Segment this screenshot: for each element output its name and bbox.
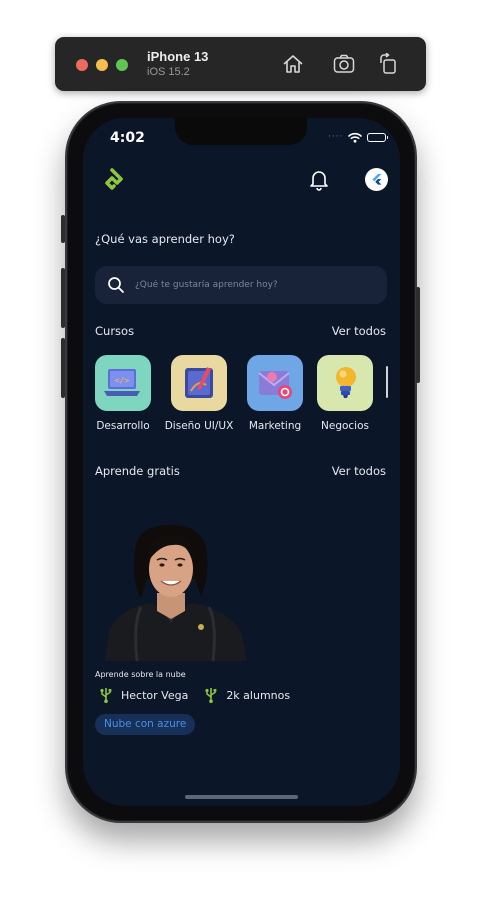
volume-down-button <box>61 338 65 398</box>
status-time: 4:02 <box>110 130 145 146</box>
students-count: 2k alumnos <box>226 688 291 702</box>
course-category-marketing[interactable]: Marketing <box>247 355 303 432</box>
screenshot-button[interactable] <box>331 51 357 77</box>
course-meta: Hector Vega 2k alumnos <box>95 687 302 703</box>
free-see-all-link[interactable]: Ver todos <box>332 464 386 478</box>
learn-prompt: ¿Qué vas aprender hoy? <box>95 232 235 246</box>
status-indicators: ···· <box>328 131 389 143</box>
usb-icon <box>100 688 112 703</box>
app-logo-icon[interactable] <box>100 168 124 192</box>
app-screen: 4:02 ···· ¿Qué vas aprender hoy? Cursos … <box>83 118 400 806</box>
os-version: iOS 15.2 <box>147 66 190 78</box>
course-category-desarrollo[interactable]: </> Desarrollo <box>95 355 151 432</box>
power-button <box>416 287 420 383</box>
screenshot-icon <box>333 54 355 73</box>
instructor-photo[interactable] <box>101 523 249 661</box>
usb-icon <box>205 688 217 703</box>
course-category-label: Negocios <box>321 420 369 432</box>
home-indicator[interactable] <box>185 795 298 799</box>
camera-notch <box>175 118 307 145</box>
course-category-negocios[interactable]: Negocios <box>317 355 373 432</box>
rotate-button[interactable] <box>375 51 401 77</box>
svg-text:</>: </> <box>115 376 130 385</box>
course-tag[interactable]: Nube con azure <box>95 714 196 735</box>
laptop-code-icon: </> <box>95 355 151 411</box>
courses-carousel[interactable]: </> Desarrollo Diseño UI/UX Marketing Ne… <box>95 355 400 445</box>
students-info: 2k alumnos <box>200 687 290 703</box>
home-icon <box>283 55 303 73</box>
mail-marketing-icon <box>247 355 303 411</box>
home-button[interactable] <box>280 51 306 77</box>
volume-up-button <box>61 268 65 328</box>
zoom-window-button[interactable] <box>116 59 128 71</box>
close-window-button[interactable] <box>76 59 88 71</box>
device-name: iPhone 13 <box>147 49 209 64</box>
design-tablet-icon <box>171 355 227 411</box>
battery-icon <box>367 132 389 142</box>
carousel-scroll-indicator <box>386 366 388 398</box>
mute-switch <box>61 215 65 243</box>
flutter-avatar-icon <box>372 174 381 185</box>
simulator-toolbar: iPhone 13 iOS 15.2 <box>55 37 426 91</box>
course-category-label: Desarrollo <box>96 420 150 432</box>
free-section-title: Aprende gratis <box>95 464 180 478</box>
rotate-icon <box>380 53 396 74</box>
search-icon <box>108 277 124 293</box>
instructor-name: Hector Vega <box>121 688 189 702</box>
lightbulb-icon <box>317 355 373 411</box>
course-category-diseno[interactable]: Diseño UI/UX <box>159 355 239 432</box>
courses-title: Cursos <box>95 324 135 338</box>
instructor-info: Hector Vega <box>95 687 188 703</box>
course-category-label: Diseño UI/UX <box>164 420 234 432</box>
course-category-label: Marketing <box>248 420 302 432</box>
wifi-icon <box>348 132 363 143</box>
search-bar[interactable] <box>95 266 387 304</box>
free-course-title[interactable]: Aprende sobre la nube <box>95 670 186 679</box>
courses-see-all-link[interactable]: Ver todos <box>332 324 386 338</box>
minimize-window-button[interactable] <box>96 59 108 71</box>
search-input[interactable] <box>133 276 373 294</box>
profile-avatar[interactable] <box>365 168 388 191</box>
cellular-icon: ···· <box>328 132 344 142</box>
bell-icon[interactable] <box>309 169 329 191</box>
